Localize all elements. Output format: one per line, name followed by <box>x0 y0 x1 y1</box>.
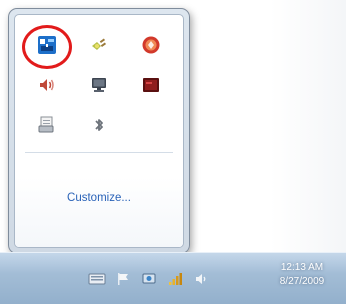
monitor-display-icon[interactable] <box>73 65 125 105</box>
network-adapter-icon[interactable] <box>21 25 73 65</box>
dark-red-app-icon[interactable] <box>125 65 177 105</box>
panel-divider <box>25 152 173 153</box>
bluetooth-icon[interactable] <box>73 105 125 145</box>
volume-icon[interactable] <box>192 270 210 288</box>
overflow-panel-body: Customize... <box>14 14 184 248</box>
display-settings-icon[interactable] <box>140 270 158 288</box>
network-bars-icon[interactable] <box>166 270 184 288</box>
clock-date: 8/27/2009 <box>279 276 325 287</box>
document-printer-icon[interactable] <box>21 105 73 145</box>
speaker-volume-icon[interactable] <box>21 65 73 105</box>
overflow-panel-footer <box>15 177 183 247</box>
taskbar: 12:13 AM 8/27/2009 <box>0 252 346 304</box>
notification-overflow-panel: Customize... <box>8 8 190 254</box>
clock-time: 12:13 AM <box>280 262 324 273</box>
system-clock[interactable]: 12:13 AM 8/27/2009 <box>262 261 342 289</box>
customize-link[interactable]: Customize... <box>15 192 183 204</box>
action-flag-icon[interactable] <box>114 270 132 288</box>
keyboard-icon[interactable] <box>88 270 106 288</box>
power-plug-icon[interactable] <box>73 25 125 65</box>
red-round-app-icon[interactable] <box>125 25 177 65</box>
notification-area <box>88 263 210 295</box>
overflow-icon-grid <box>21 25 177 145</box>
